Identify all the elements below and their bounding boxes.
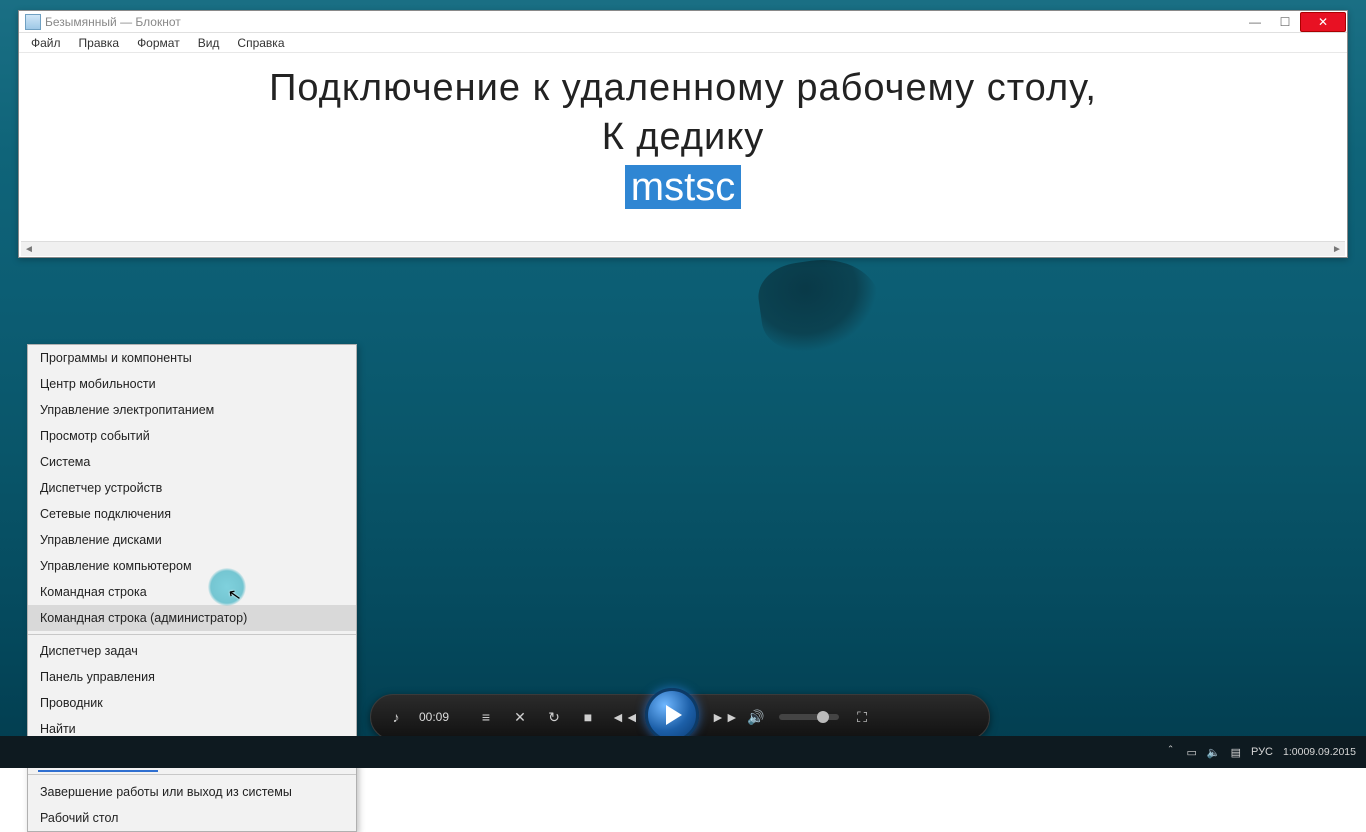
stop-icon[interactable]: ■: [577, 709, 599, 725]
editor-line-1: Подключение к удаленному рабочему столу,: [21, 67, 1345, 110]
clock-date: 09.09.2015: [1303, 746, 1356, 758]
accent-bar: [38, 770, 158, 772]
network-icon[interactable]: ▭: [1186, 746, 1196, 759]
winx-item[interactable]: Управление компьютером: [28, 553, 356, 579]
mute-icon[interactable]: 🔊: [745, 709, 767, 726]
minimize-button[interactable]: —: [1240, 12, 1270, 32]
tray-overflow-icon[interactable]: ＾: [1164, 744, 1176, 761]
winx-item[interactable]: Центр мобильности: [28, 371, 356, 397]
winx-item[interactable]: Панель управления: [28, 664, 356, 690]
prev-track-icon[interactable]: ◄◄: [611, 709, 633, 725]
winx-item[interactable]: Система: [28, 449, 356, 475]
selected-text: mstsc: [625, 165, 741, 209]
winx-item[interactable]: Управление дисками: [28, 527, 356, 553]
player-library-icon[interactable]: ♪: [385, 709, 407, 725]
titlebar[interactable]: Безымянный — Блокнот — ☐ ✕: [19, 11, 1347, 33]
notepad-window: Безымянный — Блокнот — ☐ ✕ Файл Правка Ф…: [18, 10, 1348, 258]
clock-time: 1:00: [1283, 746, 1303, 758]
editor-line-2: К дедику: [21, 116, 1345, 159]
volume-slider[interactable]: [779, 714, 839, 720]
play-button[interactable]: [645, 688, 699, 742]
menu-separator: [28, 634, 356, 635]
volume-icon[interactable]: 🔈: [1207, 746, 1221, 759]
player-time: 00:09: [419, 710, 463, 724]
menu-help[interactable]: Справка: [229, 34, 292, 52]
maximize-button[interactable]: ☐: [1270, 12, 1300, 32]
play-icon: [666, 705, 682, 725]
horizontal-scrollbar[interactable]: ◄ ►: [21, 241, 1345, 256]
editor-line-3: mstsc: [21, 165, 1345, 210]
media-player-bar: ♪ 00:09 ≡ ✕ ↻ ■ ◄◄ ►► 🔊 ⛶: [370, 694, 990, 740]
volume-knob[interactable]: [817, 711, 829, 723]
close-button[interactable]: ✕: [1300, 12, 1346, 32]
winx-item[interactable]: Проводник: [28, 690, 356, 716]
player-list-icon[interactable]: ≡: [475, 709, 497, 725]
system-tray: ＾ ▭ 🔈 ▤ РУС 1:00 09.09.2015: [1154, 744, 1366, 761]
winx-item[interactable]: Диспетчер устройств: [28, 475, 356, 501]
language-indicator[interactable]: РУС: [1251, 746, 1273, 758]
notepad-icon: [25, 14, 41, 30]
fullscreen-icon[interactable]: ⛶: [851, 709, 873, 726]
menu-format[interactable]: Формат: [129, 34, 188, 52]
winx-item[interactable]: Сетевые подключения: [28, 501, 356, 527]
wallpaper-swimmer: [754, 252, 885, 358]
repeat-icon[interactable]: ↻: [543, 709, 565, 726]
shuffle-icon[interactable]: ✕: [509, 709, 531, 726]
winx-item[interactable]: Командная строка: [28, 579, 356, 605]
text-editor[interactable]: Подключение к удаленному рабочему столу,…: [21, 55, 1345, 241]
menu-file[interactable]: Файл: [23, 34, 69, 52]
winx-item[interactable]: Программы и компоненты: [28, 345, 356, 371]
winx-item[interactable]: Управление электропитанием: [28, 397, 356, 423]
menu-view[interactable]: Вид: [190, 34, 228, 52]
action-center-icon[interactable]: ▤: [1231, 746, 1241, 759]
winx-item[interactable]: Просмотр событий: [28, 423, 356, 449]
scroll-right-icon[interactable]: ►: [1329, 242, 1345, 256]
winx-item[interactable]: Завершение работы или выход из системы: [28, 779, 356, 805]
winx-last-group: Завершение работы или выход из системыРа…: [28, 774, 356, 831]
winx-item[interactable]: Рабочий стол: [28, 805, 356, 831]
winx-item[interactable]: Командная строка (администратор): [28, 605, 356, 631]
taskbar[interactable]: ＾ ▭ 🔈 ▤ РУС 1:00 09.09.2015: [0, 736, 1366, 768]
next-track-icon[interactable]: ►►: [711, 709, 733, 725]
clock[interactable]: 1:00 09.09.2015: [1283, 746, 1356, 758]
window-title: Безымянный — Блокнот: [45, 15, 181, 29]
winx-item[interactable]: Диспетчер задач: [28, 638, 356, 664]
menu-bar: Файл Правка Формат Вид Справка: [19, 33, 1347, 53]
scroll-left-icon[interactable]: ◄: [21, 242, 37, 256]
menu-edit[interactable]: Правка: [71, 34, 128, 52]
